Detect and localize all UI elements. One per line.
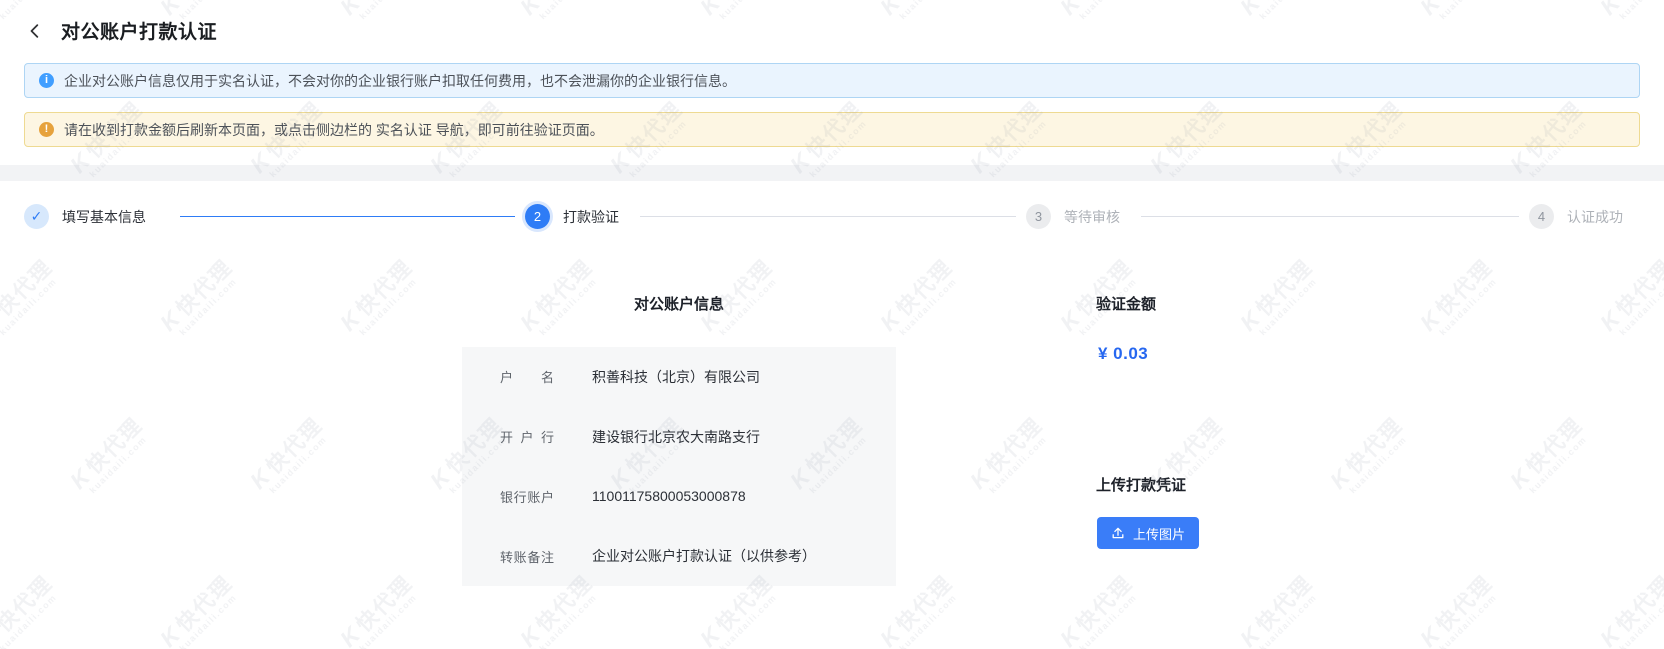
step-number: 2 xyxy=(525,204,550,229)
table-row: 银行账户 11001175800053000878 xyxy=(462,467,896,527)
title-row: 对公账户打款认证 xyxy=(26,17,217,44)
step-label: 填写基本信息 xyxy=(62,208,146,225)
upload-button-label: 上传图片 xyxy=(1132,526,1185,542)
row-label: 开户行 xyxy=(500,430,554,446)
back-button[interactable] xyxy=(26,22,44,40)
account-info-table: 户名 积善科技（北京）有限公司 开户行 建设银行北京农大南路支行 银行账户 11… xyxy=(462,347,896,586)
page-title: 对公账户打款认证 xyxy=(61,22,218,43)
row-label: 户名 xyxy=(500,370,554,386)
page-header: 对公账户打款认证 i 企业对公账户信息仅用于实名认证，不会对你的企业银行账户扣取… xyxy=(0,0,1664,165)
step-number: 3 xyxy=(1026,204,1051,229)
row-value: 11001175800053000878 xyxy=(592,488,746,505)
step-label: 等待审核 xyxy=(1064,208,1120,225)
warning-banner: ! 请在收到打款金额后刷新本页面，或点击侧边栏的 实名认证 导航，即可前往验证页… xyxy=(24,112,1640,147)
chevron-left-icon xyxy=(30,23,39,38)
info-icon: i xyxy=(39,73,54,88)
warning-banner-text: 请在收到打款金额后刷新本页面，或点击侧边栏的 实名认证 导航，即可前往验证页面。 xyxy=(64,121,604,138)
step-check-icon: ✓ xyxy=(24,204,49,229)
upload-icon xyxy=(1112,527,1124,539)
row-value: 建设银行北京农大南路支行 xyxy=(592,428,760,445)
row-label: 银行账户 xyxy=(500,489,554,505)
row-value: 企业对公账户打款认证（以供参考） xyxy=(592,548,816,565)
step-fill-basic-info: ✓ 填写基本信息 xyxy=(24,204,146,229)
table-row: 开户行 建设银行北京农大南路支行 xyxy=(462,407,896,467)
row-value: 积善科技（北京）有限公司 xyxy=(592,368,760,385)
account-info-title: 对公账户信息 xyxy=(633,296,724,313)
verify-amount-title: 验证金额 xyxy=(1096,296,1157,313)
step-label: 认证成功 xyxy=(1567,208,1623,225)
verify-amount-value: ¥ 0.03 xyxy=(1098,344,1149,363)
step-auth-success: 4 认证成功 xyxy=(1529,204,1623,229)
info-banner-text: 企业对公账户信息仅用于实名认证，不会对你的企业银行账户扣取任何费用，也不会泄漏你… xyxy=(64,72,736,89)
step-connector xyxy=(640,216,1016,217)
warning-icon: ! xyxy=(39,122,54,137)
row-label: 转账备注 xyxy=(500,549,554,565)
step-wait-review: 3 等待审核 xyxy=(1026,204,1120,229)
section-divider xyxy=(0,165,1664,181)
table-row: 户名 积善科技（北京）有限公司 xyxy=(462,347,896,407)
info-banner: i 企业对公账户信息仅用于实名认证，不会对你的企业银行账户扣取任何费用，也不会泄… xyxy=(24,63,1640,98)
step-connector xyxy=(1141,216,1519,217)
step-number: 4 xyxy=(1529,204,1554,229)
step-payment-verify: 2 打款验证 xyxy=(525,204,619,229)
main-card: ✓ 填写基本信息 2 打款验证 3 等待审核 4 认证成功 对公账户信息 户名 … xyxy=(10,181,1654,649)
step-label: 打款验证 xyxy=(563,208,619,225)
upload-image-button[interactable]: 上传图片 xyxy=(1097,517,1199,549)
table-row: 转账备注 企业对公账户打款认证（以供参考） xyxy=(462,526,896,586)
upload-voucher-title: 上传打款凭证 xyxy=(1096,477,1187,494)
step-connector xyxy=(180,216,515,217)
